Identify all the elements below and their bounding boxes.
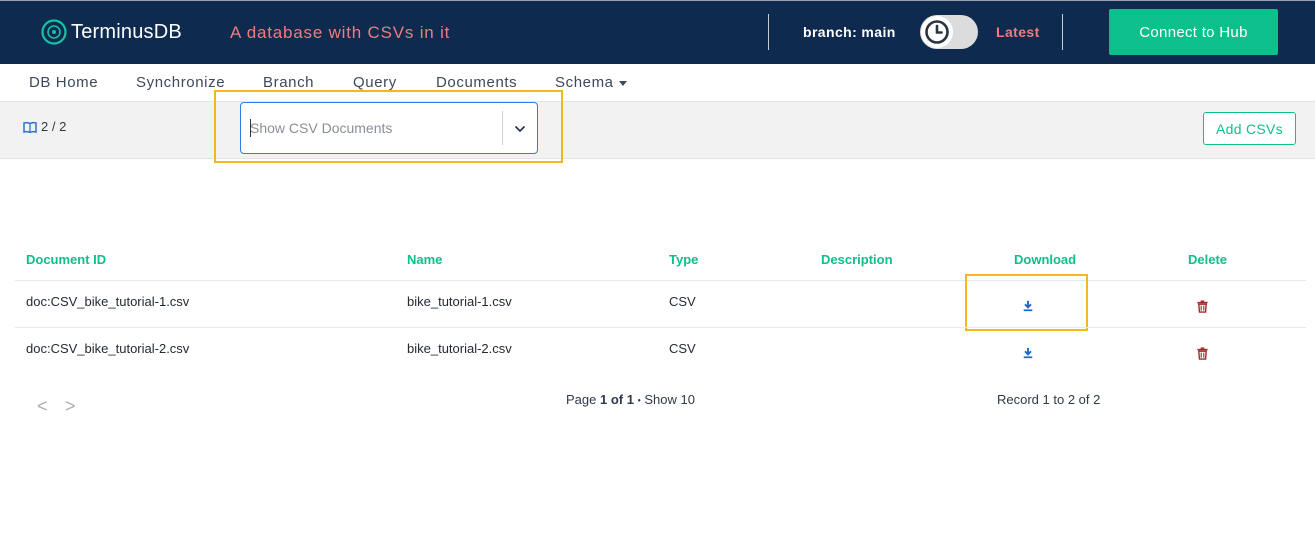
download-button[interactable] — [1021, 346, 1035, 360]
trash-icon — [1196, 346, 1208, 360]
db-navbar: DB Home Synchronize Branch Query Documen… — [0, 64, 1315, 102]
trash-icon — [1196, 299, 1208, 313]
time-travel-toggle[interactable] — [920, 15, 978, 49]
database-title: A database with CSVs in it — [230, 23, 451, 42]
row-divider — [15, 327, 1306, 328]
connect-to-hub-button[interactable]: Connect to Hub — [1109, 9, 1278, 55]
page-prefix: Page — [566, 392, 600, 407]
latest-commit-label: Latest — [996, 24, 1040, 40]
download-icon — [1023, 300, 1033, 312]
select-separator — [502, 111, 503, 145]
separator-dot: • — [637, 395, 641, 406]
nav-db-home[interactable]: DB Home — [29, 74, 98, 91]
clock-icon — [925, 20, 949, 44]
branch-selector[interactable]: branch: main — [803, 24, 896, 40]
chevron-down-icon[interactable] — [513, 122, 527, 136]
nav-query[interactable]: Query — [353, 74, 397, 91]
next-page-button[interactable]: > — [65, 396, 76, 417]
prev-page-button[interactable]: < — [37, 396, 48, 417]
book-icon — [23, 121, 37, 133]
brand-name[interactable]: TerminusDB — [71, 21, 182, 44]
documents-toolbar: 2 / 2 — [0, 102, 1315, 159]
nav-schema-label: Schema — [555, 74, 614, 91]
cell-name: bike_tutorial-2.csv — [407, 341, 512, 356]
add-csvs-button[interactable]: Add CSVs — [1203, 112, 1296, 145]
cell-type: CSV — [669, 294, 696, 309]
document-type-select[interactable]: Show CSV Documents — [240, 102, 538, 154]
cell-document-id[interactable]: doc:CSV_bike_tutorial-2.csv — [26, 341, 189, 356]
column-header-name: Name — [407, 252, 443, 267]
delete-button[interactable] — [1195, 346, 1209, 360]
nav-schema[interactable]: Schema — [555, 74, 627, 91]
text-cursor — [250, 119, 251, 137]
header-divider — [768, 14, 769, 50]
nav-synchronize[interactable]: Synchronize — [136, 74, 225, 91]
top-header: TerminusDB A database with CSVs in it br… — [0, 0, 1315, 64]
page-current: 1 of 1 — [599, 392, 634, 407]
header-divider — [1062, 14, 1063, 50]
cell-type: CSV — [669, 341, 696, 356]
download-icon — [1023, 347, 1033, 359]
column-header-document-id: Document ID — [26, 252, 107, 267]
record-info: Record 1 to 2 of 2 — [997, 392, 1101, 407]
select-placeholder: Show CSV Documents — [250, 120, 393, 136]
document-count-text: 2 / 2 — [41, 119, 67, 134]
delete-button[interactable] — [1195, 299, 1209, 313]
column-header-description: Description — [821, 252, 893, 267]
cell-document-id[interactable]: doc:CSV_bike_tutorial-1.csv — [26, 294, 189, 309]
page-info: Page 1 of 1 • Show 10 — [566, 392, 695, 407]
nav-documents[interactable]: Documents — [436, 74, 517, 91]
row-divider — [15, 280, 1306, 281]
column-header-delete: Delete — [1188, 252, 1228, 267]
column-header-download: Download — [1014, 252, 1077, 267]
nav-branch[interactable]: Branch — [263, 74, 314, 91]
cell-name: bike_tutorial-1.csv — [407, 294, 512, 309]
caret-down-icon — [618, 80, 627, 86]
document-count: 2 / 2 — [23, 119, 66, 134]
terminusdb-logo-icon — [41, 19, 67, 45]
column-header-type: Type — [669, 252, 699, 267]
page-size-selector[interactable]: Show 10 — [644, 392, 695, 407]
download-button[interactable] — [1021, 299, 1035, 313]
